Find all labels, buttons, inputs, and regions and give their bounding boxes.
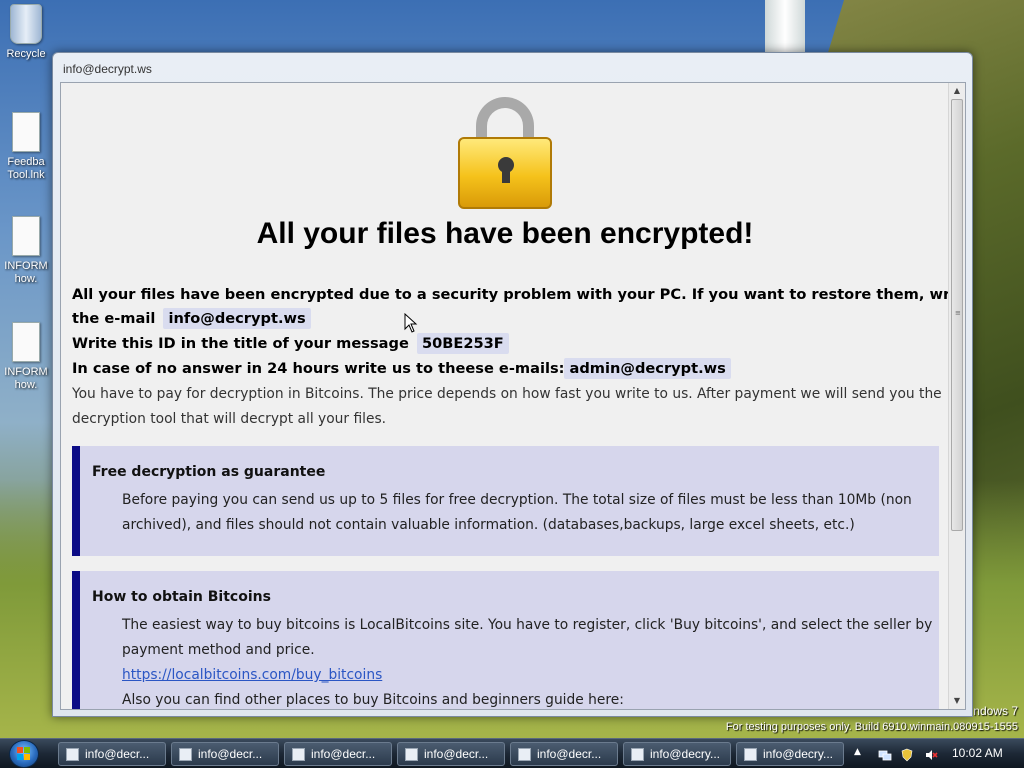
desktop-icon-label: INFORM how. <box>4 260 48 285</box>
security-shield-icon[interactable] <box>900 747 914 762</box>
id-line: Write this ID in the title of your messa… <box>72 333 509 354</box>
taskbar-button[interactable]: info@decr... <box>284 742 392 766</box>
recycle-bin-icon <box>10 4 42 44</box>
taskbar-button[interactable]: info@decr... <box>171 742 279 766</box>
grip-icon: ≡ <box>955 309 961 317</box>
taskbar-button[interactable]: info@decry... <box>623 742 731 766</box>
network-icon[interactable] <box>878 747 892 761</box>
windows-flag-icon <box>17 747 31 760</box>
desktop-icon-label: Recycle <box>6 48 46 60</box>
id-line-prefix: Write this ID in the title of your messa… <box>72 335 409 352</box>
window-icon <box>744 748 757 761</box>
desktop-icon-information-2[interactable]: INFORM how. <box>0 322 52 392</box>
window-icon <box>518 748 531 761</box>
build-watermark: For testing purposes only. Build 6910.wi… <box>725 721 1018 733</box>
ransom-note-window: info@decrypt.ws All your files have been… <box>52 52 973 717</box>
payment-text-2: decryption tool that will decrypt all yo… <box>72 411 387 427</box>
guarantee-text-2: archived), and files should not contain … <box>122 517 855 533</box>
system-tray: ▲ 10:02 AM <box>848 739 1024 768</box>
alt-email-line: In case of no answer in 24 hours write u… <box>72 358 731 379</box>
volume-muted-icon[interactable] <box>924 747 938 761</box>
guarantee-box: Free decryption as guarantee Before payi… <box>72 446 939 556</box>
window-client-area: All your files have been encrypted! All … <box>60 82 966 710</box>
window-icon <box>292 748 305 761</box>
note-content: All your files have been encrypted! All … <box>61 83 949 709</box>
bitcoins-text-1: The easiest way to buy bitcoins is Local… <box>122 617 933 633</box>
window-icon <box>631 748 644 761</box>
padlock-icon <box>458 97 554 209</box>
contact-email[interactable]: info@decrypt.ws <box>163 308 311 329</box>
taskbar-button[interactable]: info@decry... <box>736 742 844 766</box>
localbitcoins-link[interactable]: https://localbitcoins.com/buy_bitcoins <box>122 667 382 683</box>
vertical-scrollbar[interactable]: ▲ ≡ ▼ <box>948 83 965 709</box>
desktop-icon-label: Feedba Tool.lnk <box>7 156 45 181</box>
window-icon <box>66 748 79 761</box>
taskbar-button[interactable]: info@decr... <box>510 742 618 766</box>
email-line: the e-mail info@decrypt.ws <box>72 308 311 329</box>
windows-watermark: ndows 7 <box>973 704 1018 718</box>
desktop-icon-recycle-bin[interactable]: Recycle <box>0 4 52 61</box>
wallpaper-waterfall <box>765 0 805 52</box>
intro-text: All your files have been encrypted due t… <box>72 286 949 303</box>
window-icon <box>405 748 418 761</box>
window-title: info@decrypt.ws <box>63 62 152 76</box>
show-hidden-icons-icon[interactable]: ▲ <box>854 747 861 757</box>
start-button[interactable] <box>4 739 44 768</box>
taskbar-clock[interactable]: 10:02 AM <box>952 746 1003 760</box>
scrollbar-thumb[interactable]: ≡ <box>951 99 963 531</box>
scroll-up-icon[interactable]: ▲ <box>949 83 965 99</box>
email-line-prefix: the e-mail <box>72 310 156 327</box>
payment-text-1: You have to pay for decryption in Bitcoi… <box>72 386 942 402</box>
bitcoins-text-3: Also you can find other places to buy Bi… <box>122 692 624 708</box>
alt-email-prefix: In case of no answer in 24 hours write u… <box>72 360 565 377</box>
desktop-icon-information-1[interactable]: INFORM how. <box>0 216 52 286</box>
desktop-icon-label: INFORM how. <box>4 366 48 391</box>
guarantee-title: Free decryption as guarantee <box>92 464 326 480</box>
scroll-down-icon[interactable]: ▼ <box>949 693 965 709</box>
window-icon <box>179 748 192 761</box>
guarantee-text-1: Before paying you can send us up to 5 fi… <box>122 492 912 508</box>
bitcoins-text-2: payment method and price. <box>122 642 315 658</box>
headline: All your files have been encrypted! <box>256 217 754 250</box>
taskbar-button[interactable]: info@decr... <box>397 742 505 766</box>
text-file-icon <box>12 322 40 362</box>
text-file-icon <box>12 216 40 256</box>
shortcut-file-icon <box>12 112 40 152</box>
victim-id[interactable]: 50BE253F <box>416 333 509 354</box>
alt-contact-email[interactable]: admin@decrypt.ws <box>564 358 731 379</box>
taskbar-button[interactable]: info@decr... <box>58 742 166 766</box>
bitcoins-box: How to obtain Bitcoins The easiest way t… <box>72 571 939 709</box>
taskbar: info@decr... info@decr... info@decr... i… <box>0 738 1024 768</box>
desktop-icon-feedback-tool[interactable]: Feedba Tool.lnk <box>0 112 52 182</box>
bitcoins-title: How to obtain Bitcoins <box>92 589 271 605</box>
